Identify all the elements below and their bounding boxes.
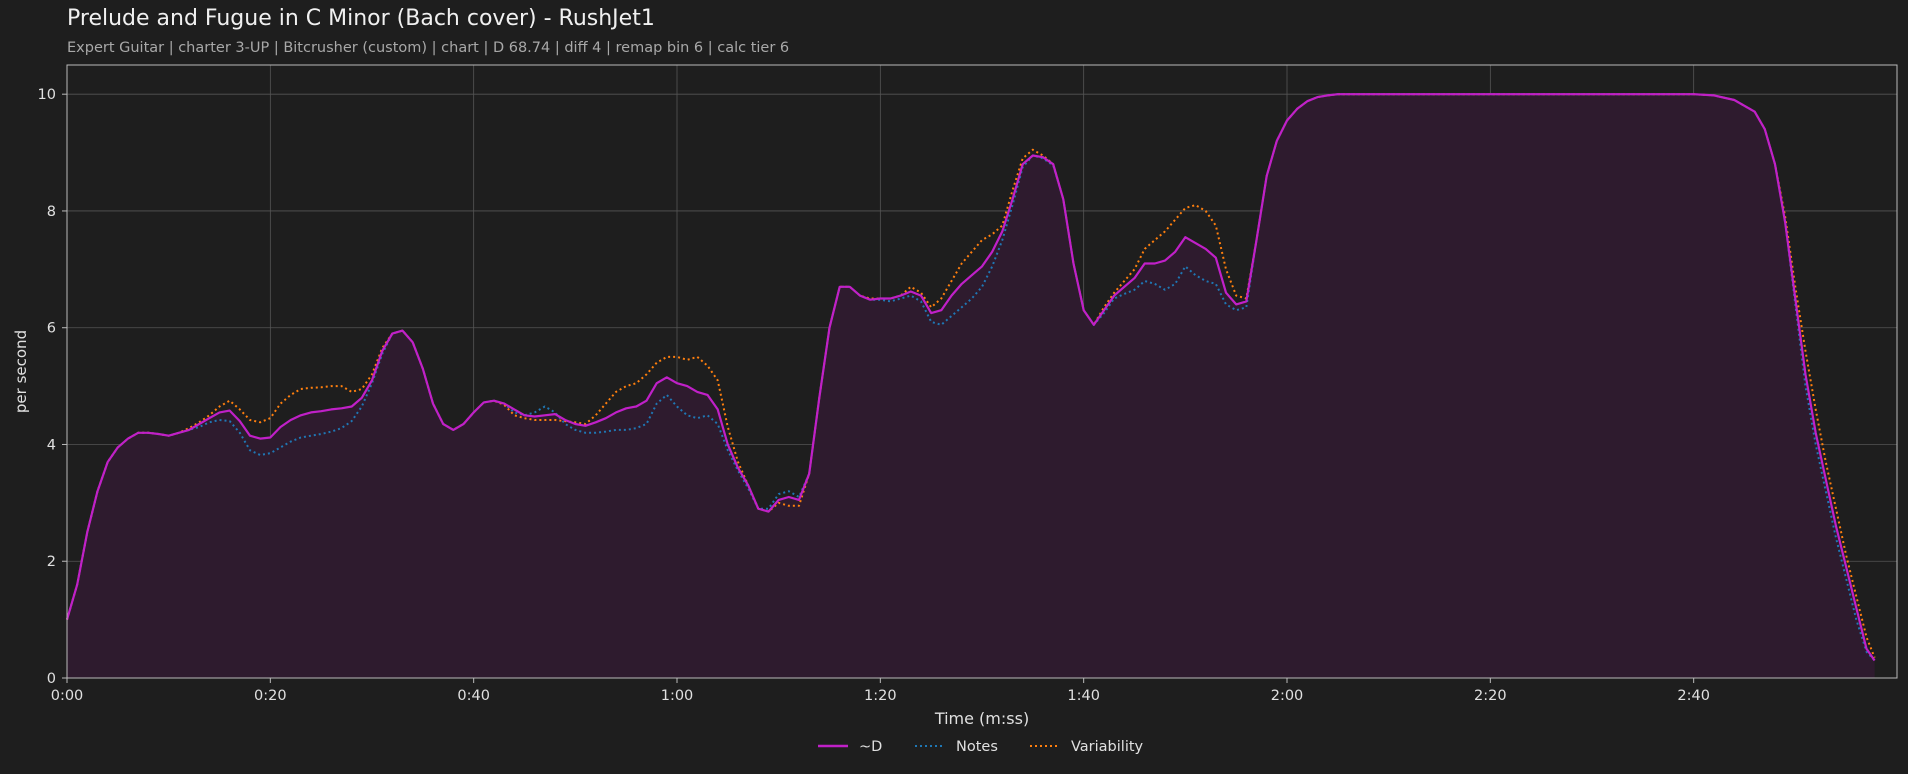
x-tick-label: 2:20 <box>1474 688 1507 704</box>
chart-figure: Prelude and Fugue in C Minor (Bach cover… <box>0 0 1908 774</box>
y-tick-label: 2 <box>47 554 56 570</box>
x-tick-label: 1:20 <box>864 688 897 704</box>
y-tick-label: 6 <box>47 321 56 337</box>
y-tick-label: 4 <box>47 437 56 453</box>
x-tick-label: 0:20 <box>254 688 287 704</box>
x-tick-label: 1:40 <box>1067 688 1100 704</box>
x-tick-label: 0:00 <box>51 688 84 704</box>
x-tick-label: 2:00 <box>1271 688 1304 704</box>
d-area-fill <box>67 94 1875 678</box>
y-tick-label: 0 <box>47 671 56 687</box>
x-axis-label: Time (m:ss) <box>934 709 1029 728</box>
legend: ~D Notes Variability <box>818 739 1144 755</box>
legend-label: ~D <box>859 739 882 755</box>
legend-label: Variability <box>1071 739 1144 755</box>
y-tick-label: 8 <box>47 204 56 220</box>
legend-label: Notes <box>956 739 998 755</box>
x-tick-label: 2:40 <box>1677 688 1710 704</box>
y-axis-label: per second <box>12 330 30 413</box>
y-tick-label: 10 <box>38 87 56 103</box>
plot-area: 0:00 0:20 0:40 1:00 1:20 1:40 2:00 2:20 2:40 0 2 4 6… <box>12 64 1898 755</box>
x-tick-label: 0:40 <box>457 688 490 704</box>
x-tick-label: 1:00 <box>661 688 694 704</box>
